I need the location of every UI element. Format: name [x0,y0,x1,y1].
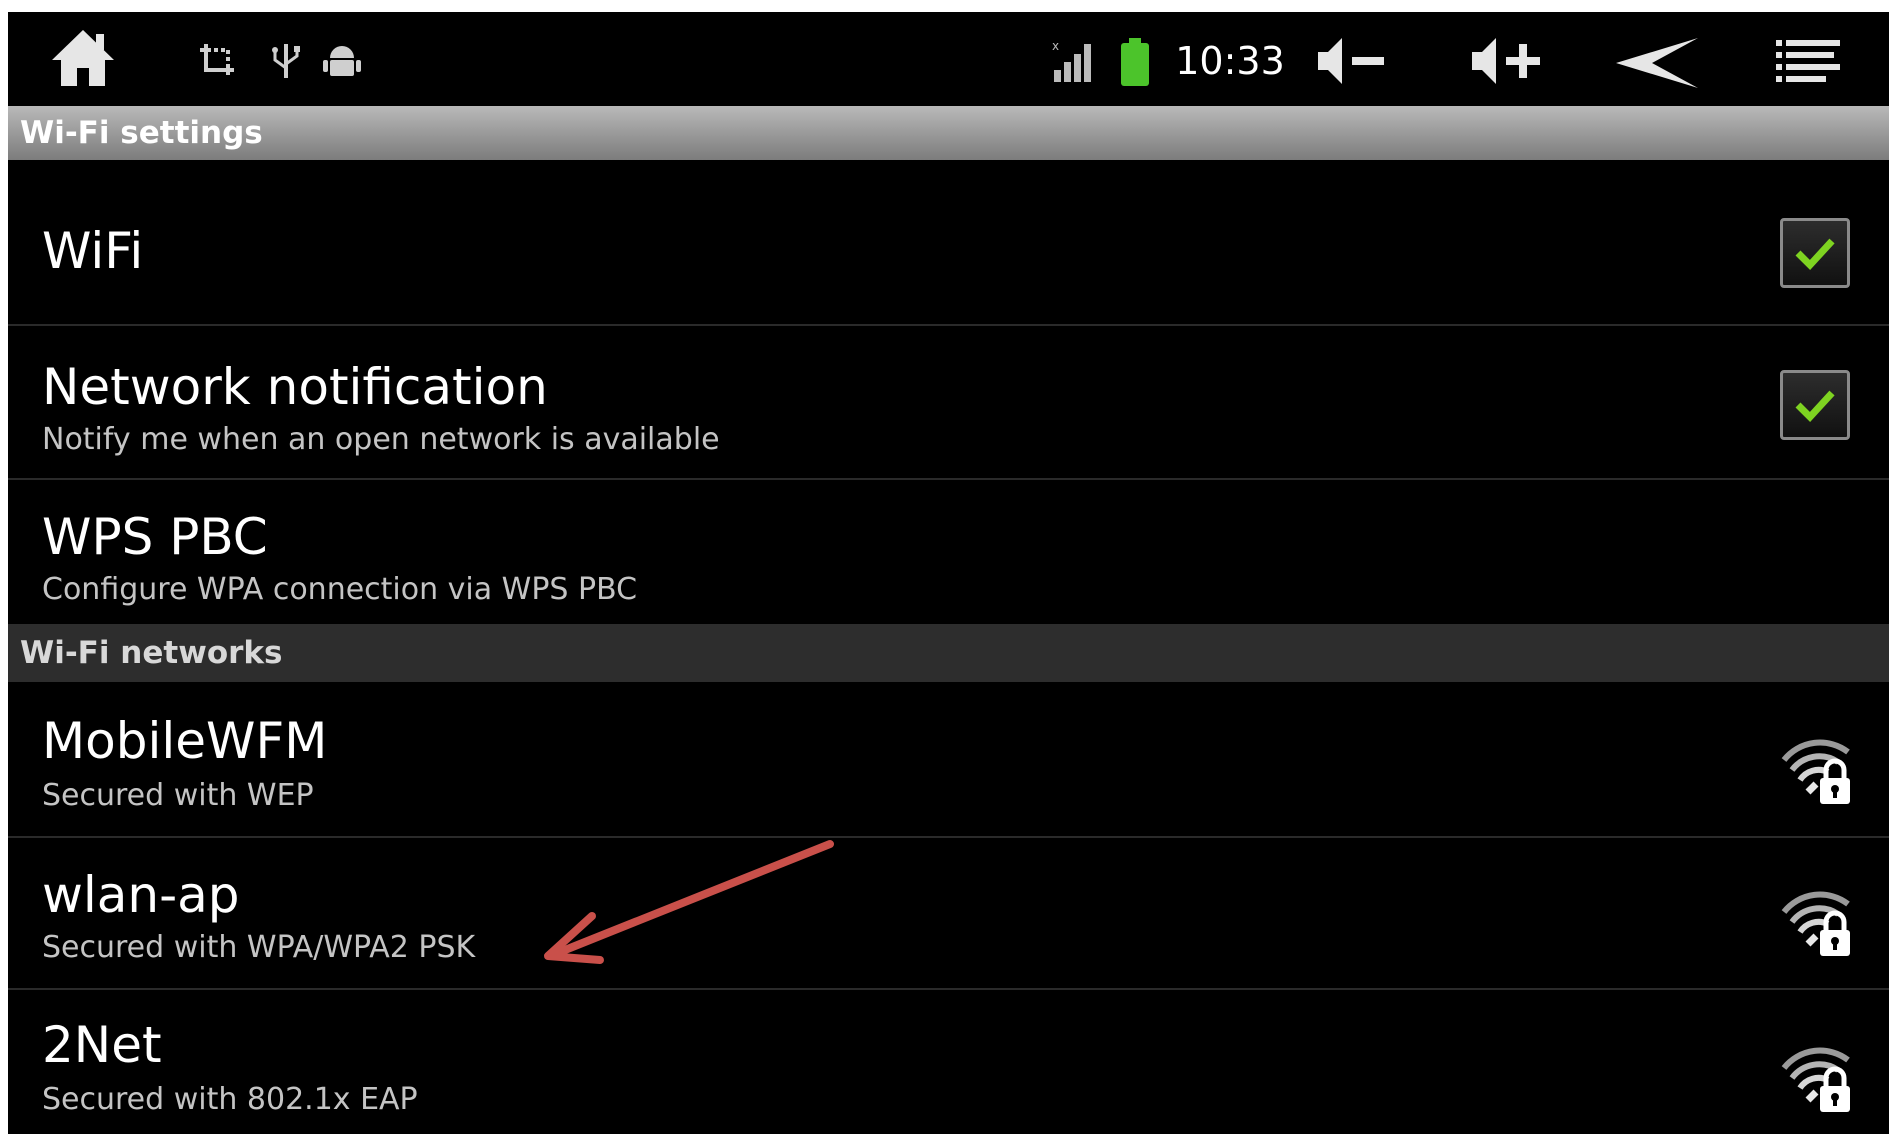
back-icon[interactable] [1612,36,1704,90]
network-row-mobilewfm[interactable]: MobileWFM Secured with WEP [8,682,1889,838]
battery-icon [1118,36,1152,88]
signal-icon: x [1050,36,1096,84]
network-notification-row[interactable]: Network notification Notify me when an o… [8,326,1889,480]
wps-pbc-title: WPS PBC [42,508,268,566]
home-icon[interactable] [48,26,118,90]
wifi-toggle-row[interactable]: WiFi [8,160,1889,326]
screenshot-icon [198,42,238,78]
android-debug-icon [320,42,364,78]
wps-pbc-row[interactable]: WPS PBC Configure WPA connection via WPS… [8,480,1889,624]
network-security: Secured with WPA/WPA2 PSK [42,930,476,965]
wps-pbc-subtitle: Configure WPA connection via WPS PBC [42,572,638,607]
volume-down-icon[interactable] [1314,34,1392,88]
svg-text:x: x [1052,39,1059,53]
volume-up-icon[interactable] [1468,34,1550,88]
wifi-locked-icon [1778,884,1858,964]
network-notification-checkbox[interactable] [1780,370,1850,440]
section-header-wifi-settings: Wi-Fi settings [8,106,1889,160]
usb-icon [270,40,302,80]
network-notification-title: Network notification [42,358,548,416]
wifi-checkbox[interactable] [1780,218,1850,288]
check-icon [1795,390,1835,423]
status-bar: x 10:33 [8,12,1889,106]
network-row-wlan-ap[interactable]: wlan-ap Secured with WPA/WPA2 PSK [8,838,1889,990]
network-security: Secured with WEP [42,778,314,813]
network-row-2net[interactable]: 2Net Secured with 802.1x EAP [8,990,1889,1134]
status-clock: 10:33 [1175,39,1285,83]
network-security: Secured with 802.1x EAP [42,1082,418,1117]
check-icon [1795,238,1835,271]
wifi-locked-icon [1778,732,1858,812]
wifi-locked-icon [1778,1040,1858,1120]
wifi-toggle-title: WiFi [42,222,144,280]
network-ssid: wlan-ap [42,866,240,924]
menu-icon[interactable] [1772,36,1844,86]
network-ssid: 2Net [42,1016,162,1074]
network-notification-subtitle: Notify me when an open network is availa… [42,422,720,457]
android-screen: x 10:33 Wi-Fi settings WiFi Network noti… [8,12,1889,1134]
network-ssid: MobileWFM [42,712,328,770]
section-header-wifi-networks: Wi-Fi networks [8,624,1889,682]
